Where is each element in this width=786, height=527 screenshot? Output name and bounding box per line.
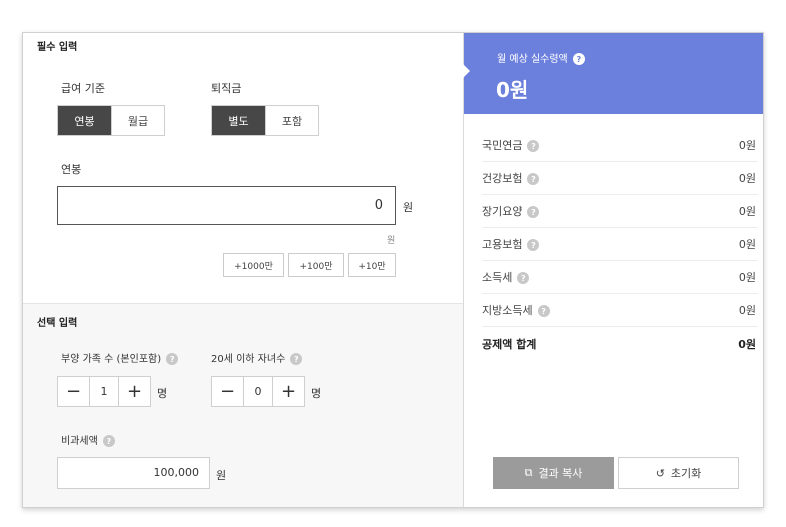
reset-label: 초기화 xyxy=(670,467,702,480)
dependents-value[interactable]: 1 xyxy=(89,377,119,406)
deduction-row-income-tax: 소득세? 0원 xyxy=(482,261,758,294)
help-icon[interactable]: ? xyxy=(527,239,540,251)
deduction-row-local-tax: 지방소득세? 0원 xyxy=(482,294,758,327)
children-value[interactable]: 0 xyxy=(243,377,273,406)
deduction-value: 0원 xyxy=(738,304,756,317)
help-icon[interactable]: ? xyxy=(537,305,550,317)
dependents-label-text: 부양 가족 수 (본인포함) xyxy=(61,354,162,365)
copy-icon: ⧉ xyxy=(524,466,533,479)
deduction-value: 0원 xyxy=(738,238,756,251)
children-label-text: 20세 이하 자녀수 xyxy=(211,354,286,365)
pay-basis-toggle: 연봉 월급 xyxy=(57,105,165,136)
pointer-arrow xyxy=(463,64,470,78)
result-title: 월 예상 실수령액? xyxy=(497,50,585,65)
help-icon[interactable]: ? xyxy=(166,353,179,365)
children-stepper: − 0 + xyxy=(211,376,305,407)
salary-sub-unit: 원 xyxy=(387,236,396,246)
children-label: 20세 이하 자녀수? xyxy=(211,350,303,365)
pay-basis-label: 급여 기준 xyxy=(61,82,105,95)
deduction-label: 건강보험 xyxy=(482,172,523,185)
copy-result-button[interactable]: ⧉ 결과 복사 xyxy=(493,457,614,489)
input-panel: 필수 입력 급여 기준 연봉 월급 퇴직금 별도 포함 연봉 0 원 원 +10… xyxy=(23,33,463,507)
severance-label: 퇴직금 xyxy=(211,82,242,95)
children-plus-button[interactable]: + xyxy=(273,377,304,406)
nontax-label-text: 비과세액 xyxy=(61,436,98,447)
deduction-label: 소득세 xyxy=(482,271,513,284)
dependents-plus-button[interactable]: + xyxy=(119,377,150,406)
severance-option-included[interactable]: 포함 xyxy=(265,106,318,135)
deduction-total-label: 공제액 합계 xyxy=(482,337,537,351)
deduction-value: 0원 xyxy=(738,172,756,185)
add-10m-button[interactable]: +1000만 xyxy=(223,253,284,277)
deduction-row-longterm-care: 장기요양? 0원 xyxy=(482,195,758,228)
deduction-total-value: 0원 xyxy=(738,337,756,351)
dependents-minus-button[interactable]: − xyxy=(58,377,89,406)
deduction-value: 0원 xyxy=(738,139,756,152)
help-icon[interactable]: ? xyxy=(517,272,530,284)
help-icon[interactable]: ? xyxy=(527,206,540,218)
help-icon[interactable]: ? xyxy=(527,173,540,185)
salary-label: 연봉 xyxy=(61,163,82,176)
severance-toggle: 별도 포함 xyxy=(211,105,319,136)
deduction-value: 0원 xyxy=(738,271,756,284)
nontax-unit: 원 xyxy=(216,469,227,482)
net-pay-value: 0원 xyxy=(496,78,529,102)
deduction-label: 고용보험 xyxy=(482,238,523,251)
reset-icon: ↺ xyxy=(655,466,665,480)
result-panel: 월 예상 실수령액? 0원 국민연금? 0원 건강보험? 0원 장기요양? 0원… xyxy=(463,33,763,507)
required-section-title: 필수 입력 xyxy=(37,42,78,53)
deduction-value: 0원 xyxy=(738,205,756,218)
salary-unit: 원 xyxy=(403,201,414,214)
help-icon[interactable]: ? xyxy=(527,140,540,152)
deduction-row-pension: 국민연금? 0원 xyxy=(482,129,758,162)
children-minus-button[interactable]: − xyxy=(212,377,243,406)
add-1m-button[interactable]: +100만 xyxy=(288,253,344,277)
deduction-row-employment: 고용보험? 0원 xyxy=(482,228,758,261)
deduction-label: 국민연금 xyxy=(482,139,523,152)
pay-basis-option-annual[interactable]: 연봉 xyxy=(58,106,111,135)
nontax-label: 비과세액? xyxy=(61,432,115,447)
nontax-input[interactable]: 100,000 xyxy=(57,457,210,489)
severance-option-separate[interactable]: 별도 xyxy=(212,106,265,135)
deduction-label: 장기요양 xyxy=(482,205,523,218)
add-100k-button[interactable]: +10만 xyxy=(348,253,396,277)
deduction-total-row: 공제액 합계 0원 xyxy=(482,327,758,360)
pay-basis-option-monthly[interactable]: 월급 xyxy=(111,106,164,135)
salary-input[interactable]: 0 xyxy=(57,186,396,225)
help-icon[interactable]: ? xyxy=(290,353,303,365)
reset-button[interactable]: ↺ 초기화 xyxy=(618,457,739,489)
deduction-list: 국민연금? 0원 건강보험? 0원 장기요양? 0원 고용보험? 0원 소득세?… xyxy=(482,129,758,360)
help-icon[interactable]: ? xyxy=(102,435,115,447)
required-input-section: 필수 입력 급여 기준 연봉 월급 퇴직금 별도 포함 연봉 0 원 원 +10… xyxy=(23,33,463,303)
copy-result-label: 결과 복사 xyxy=(538,467,583,480)
dependents-label: 부양 가족 수 (본인포함)? xyxy=(61,350,179,365)
result-header: 월 예상 실수령액? 0원 xyxy=(463,33,763,114)
deduction-label: 지방소득세 xyxy=(482,304,533,317)
children-unit: 명 xyxy=(311,387,322,400)
dependents-stepper: − 1 + xyxy=(57,376,151,407)
salary-calculator-card: 필수 입력 급여 기준 연봉 월급 퇴직금 별도 포함 연봉 0 원 원 +10… xyxy=(22,32,764,508)
deduction-row-health: 건강보험? 0원 xyxy=(482,162,758,195)
dependents-unit: 명 xyxy=(157,387,168,400)
optional-section-title: 선택 입력 xyxy=(37,318,78,329)
help-icon[interactable]: ? xyxy=(572,53,585,65)
result-title-text: 월 예상 실수령액 xyxy=(497,54,568,65)
